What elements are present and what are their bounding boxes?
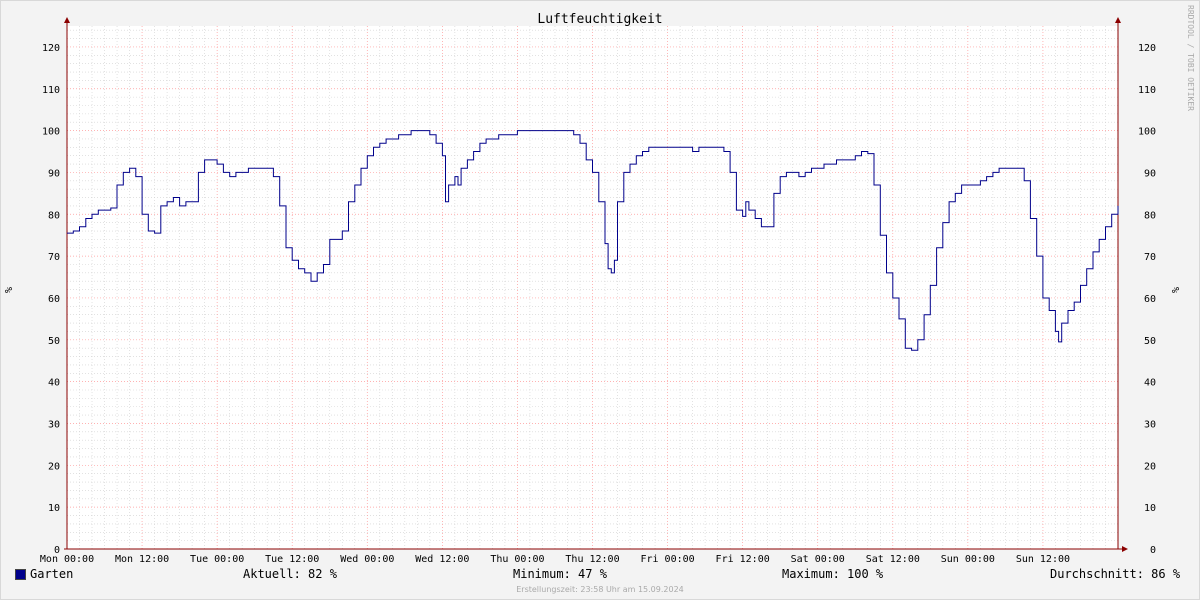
x-tick-label: Tue 12:00 bbox=[265, 554, 319, 565]
y-tick-label-right: 70 bbox=[1144, 252, 1156, 263]
x-tick-label: Thu 12:00 bbox=[565, 554, 619, 565]
y-tick-label-right: 50 bbox=[1144, 336, 1156, 347]
y-tick-label-left: 120 bbox=[42, 43, 60, 54]
y-tick-label-right: 100 bbox=[1138, 127, 1156, 138]
y-axis-label-left: % bbox=[4, 287, 15, 293]
x-tick-label: Wed 12:00 bbox=[415, 554, 469, 565]
x-tick-label: Sat 00:00 bbox=[791, 554, 845, 565]
x-tick-label: Sun 12:00 bbox=[1016, 554, 1070, 565]
x-tick-label: Thu 00:00 bbox=[490, 554, 544, 565]
legend-swatch-garten bbox=[15, 569, 26, 580]
y-tick-label-left: 20 bbox=[48, 461, 60, 472]
y-tick-label-left: 100 bbox=[42, 127, 60, 138]
humidity-chart: 0 010 1020 2030 3040 4050 5060 6070 7080 8090 9010… bbox=[0, 0, 1200, 600]
y-tick-label-left: 60 bbox=[48, 294, 60, 305]
y-tick-label-right: 10 bbox=[1144, 503, 1156, 514]
legend-minimum: Minimum: 47 % bbox=[513, 567, 607, 581]
x-tick-label: Fri 12:00 bbox=[716, 554, 770, 565]
y-tick-label-left: 10 bbox=[48, 503, 60, 514]
legend-series-name: Garten bbox=[30, 567, 74, 581]
y-tick-label-right: 80 bbox=[1144, 210, 1156, 221]
y-tick-label-right: 20 bbox=[1144, 461, 1156, 472]
y-tick-label-right: 90 bbox=[1144, 168, 1156, 179]
y-tick-label-left: 110 bbox=[42, 85, 60, 96]
y-tick-label-left: 50 bbox=[48, 336, 60, 347]
y-tick-label-left: 90 bbox=[48, 168, 60, 179]
legend-aktuell: Aktuell: 82 % bbox=[243, 567, 337, 581]
y-tick-label-right: 110 bbox=[1138, 85, 1156, 96]
y-tick-label-right: 120 bbox=[1138, 43, 1156, 54]
creation-time-footer: Erstellungszeit: 23:58 Uhr am 15.09.2024 bbox=[516, 585, 684, 594]
y-tick-label-left: 30 bbox=[48, 419, 60, 430]
rrdtool-watermark: RRDTOOL / TOBI OETIKER bbox=[1186, 5, 1195, 111]
x-tick-label: Fri 00:00 bbox=[640, 554, 694, 565]
x-tick-label: Sun 00:00 bbox=[941, 554, 995, 565]
y-tick-label-left: 70 bbox=[48, 252, 60, 263]
chart-title: Luftfeuchtigkeit bbox=[537, 12, 662, 27]
x-tick-label: Wed 00:00 bbox=[340, 554, 394, 565]
y-tick-label-left: 80 bbox=[48, 210, 60, 221]
y-tick-label-right: 0 bbox=[1150, 545, 1156, 556]
y-axis-label-right: % bbox=[1169, 287, 1180, 293]
y-tick-label-right: 60 bbox=[1144, 294, 1156, 305]
x-tick-label: Sat 12:00 bbox=[866, 554, 920, 565]
legend-maximum: Maximum: 100 % bbox=[782, 567, 884, 581]
y-tick-label-right: 30 bbox=[1144, 419, 1156, 430]
chart-window: 0 0 10 10 20 20 30 30 40 40 50 50 60 60 70 70 80 80 90 90 10… bbox=[0, 0, 1200, 600]
x-tick-label: Mon 12:00 bbox=[115, 554, 169, 565]
y-tick-label-right: 40 bbox=[1144, 378, 1156, 389]
x-tick-label: Tue 00:00 bbox=[190, 554, 244, 565]
legend-durchschnitt: Durchschnitt: 86 % bbox=[1050, 567, 1181, 581]
x-tick-label: Mon 00:00 bbox=[40, 554, 94, 565]
y-tick-label-left: 40 bbox=[48, 378, 60, 389]
